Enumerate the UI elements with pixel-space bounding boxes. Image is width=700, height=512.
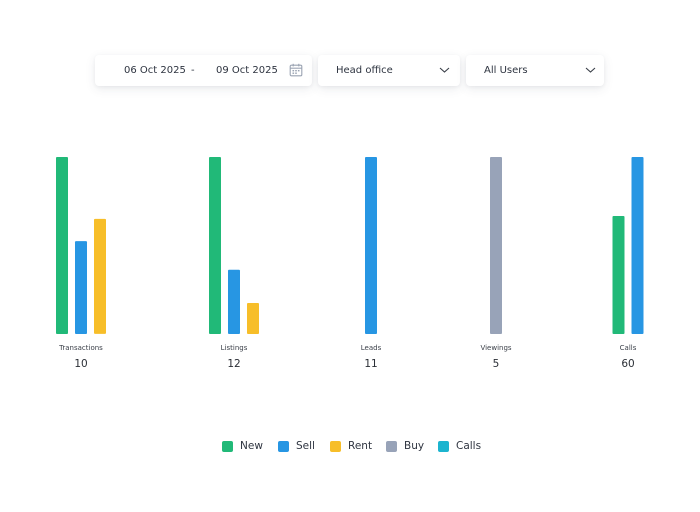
category-total: 5	[493, 358, 500, 370]
legend-item-sell[interactable]: Sell	[278, 440, 315, 452]
category-label: Calls	[620, 344, 637, 352]
category-label: Leads	[361, 344, 382, 352]
bar-leads-sell[interactable]	[365, 157, 377, 334]
bar-listings-new[interactable]	[209, 157, 221, 334]
legend-label: Calls	[456, 440, 482, 452]
legend-label: Buy	[404, 440, 425, 452]
legend-swatch	[222, 440, 233, 452]
legend-swatch	[386, 440, 397, 452]
category-total: 60	[621, 358, 634, 370]
legend-label: Sell	[296, 440, 315, 452]
bar-listings-rent[interactable]	[247, 303, 259, 334]
legend-swatch	[330, 440, 341, 452]
bar-chart: Transactions 10 Listings 12 Leads 11 Viewings 5…	[56, 157, 644, 370]
bar-viewings-buy[interactable]	[490, 157, 502, 334]
category-label: Viewings	[480, 344, 511, 352]
legend-label: New	[240, 440, 263, 452]
legend-swatch	[438, 440, 449, 452]
bar-transactions-new[interactable]	[56, 157, 68, 334]
category-total: 10	[74, 358, 87, 370]
legend-swatch	[278, 440, 289, 452]
bar-transactions-sell[interactable]	[75, 241, 87, 334]
legend-item-calls[interactable]: Calls	[438, 440, 481, 452]
bar-calls-new[interactable]	[612, 216, 625, 334]
category-label: Transactions	[58, 344, 103, 352]
category-label: Listings	[221, 344, 248, 352]
bar-calls-sell[interactable]	[631, 157, 644, 334]
legend-item-new[interactable]: New	[222, 440, 263, 452]
bar-listings-sell[interactable]	[228, 269, 240, 334]
category-total: 12	[227, 358, 240, 370]
category-total: 11	[364, 358, 377, 370]
legend-item-buy[interactable]: Buy	[386, 440, 424, 452]
legend-item-rent[interactable]: Rent	[330, 440, 372, 452]
bar-transactions-rent[interactable]	[94, 218, 106, 334]
legend-label: Rent	[348, 440, 373, 452]
